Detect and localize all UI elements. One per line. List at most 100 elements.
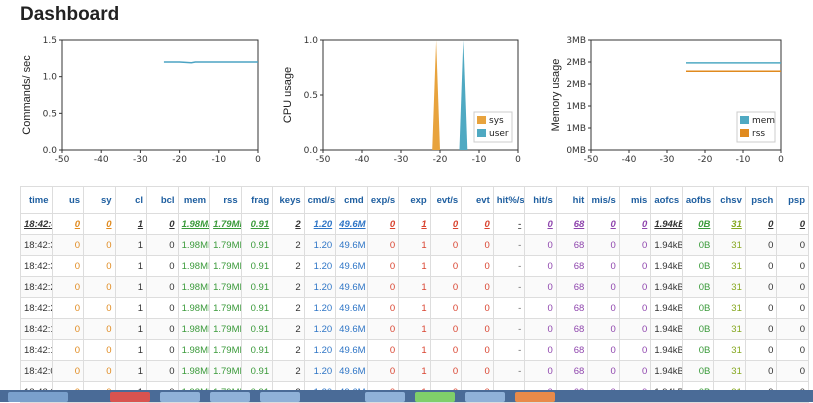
column-header: hit: [555, 186, 589, 214]
cell-rss: 1.79MB: [209, 234, 242, 256]
cell-evt: 0: [461, 339, 494, 361]
cell-hit: 68: [555, 213, 589, 235]
mem-legend-swatch: [740, 116, 749, 124]
cell-psch: 0: [744, 297, 778, 319]
cell-bcl: 0: [146, 318, 179, 340]
taskbar-app-icon[interactable]: [515, 392, 555, 402]
cell-evt: 0: [461, 297, 494, 319]
cell-rss: 1.79MB: [209, 255, 242, 277]
cell-psch: 0: [744, 234, 778, 256]
cell-miss: 0: [587, 213, 620, 235]
cell-exps: 0: [366, 234, 400, 256]
memory-xtick-label: -50: [584, 155, 599, 165]
commands-series-line: [163, 61, 258, 64]
cell-time: 18:42:05: [20, 360, 53, 382]
cell-frag: 0.91: [240, 318, 274, 340]
cpu-xtick-label: -50: [316, 155, 331, 165]
cell-cmds: 1.20: [303, 255, 337, 277]
cell-aofcs: 1.94kB: [650, 318, 683, 340]
cell-mem: 1.98MB: [177, 276, 211, 298]
cell-evts: 0: [429, 297, 463, 319]
memory-ylabel: Memory usage: [550, 59, 562, 132]
mem-legend-label: mem: [752, 116, 775, 126]
table-row: 18:42:3000101.98MB1.79MB0.9121.2049.6M01…: [20, 255, 809, 277]
cell-evt: 0: [461, 213, 494, 235]
cell-rss: 1.79MB: [209, 318, 242, 340]
cell-evts: 0: [429, 360, 463, 382]
memory-xtick-label: -10: [736, 155, 751, 165]
sys-legend-label: sys: [489, 116, 504, 126]
cell-exp: 1: [398, 255, 431, 277]
cpu-ytick-label: 1.0: [304, 36, 319, 46]
cpu-ytick-label: 0.5: [304, 91, 318, 101]
cell-hit: 68: [555, 297, 589, 319]
commands-xtick-label: -50: [55, 155, 70, 165]
cell-psp: 0: [776, 234, 809, 256]
cell-cmd: 49.6M: [335, 255, 368, 277]
memory-xtick-label: -40: [622, 155, 637, 165]
cell-aofbs: 0B: [681, 339, 715, 361]
cell-rss: 1.79MB: [209, 276, 242, 298]
cell-hits: 0: [524, 213, 557, 235]
taskbar-app-icon[interactable]: [260, 392, 300, 402]
taskbar-app-icon[interactable]: [210, 392, 250, 402]
column-header: chsv: [713, 186, 746, 214]
cell-mis: 0: [618, 234, 652, 256]
cell-chsv: 31: [713, 360, 746, 382]
cell-aofbs: 0B: [681, 255, 715, 277]
cell-hits: 0: [524, 318, 557, 340]
commands-ytick-label: 1.5: [43, 36, 57, 46]
cell-rss: 1.79MB: [209, 360, 242, 382]
cell-keys: 2: [272, 234, 305, 256]
cell-cl: 1: [114, 318, 148, 340]
memory-ytick-label: 3MB: [566, 36, 586, 46]
taskbar-app-icon[interactable]: [160, 392, 200, 402]
cell-miss: 0: [587, 297, 620, 319]
cell-miss: 0: [587, 360, 620, 382]
cell-hits: 0: [524, 297, 557, 319]
table-row: 18:42:2000101.98MB1.79MB0.9121.2049.6M01…: [20, 297, 809, 319]
cpu-xtick-label: -20: [433, 155, 448, 165]
start-button[interactable]: [8, 392, 68, 402]
cpu-xtick-label: -30: [394, 155, 409, 165]
commands-ytick-label: 0.5: [43, 109, 57, 119]
cell-cmds: 1.20: [303, 234, 337, 256]
cell-cl: 1: [114, 297, 148, 319]
cell-keys: 2: [272, 213, 305, 235]
cell-cmd: 49.6M: [335, 213, 368, 235]
memory-ytick-label: 1MB: [566, 102, 586, 112]
column-header: exp/s: [366, 186, 400, 214]
column-header: aofbs: [681, 186, 715, 214]
cell-chsv: 31: [713, 234, 746, 256]
cell-exps: 0: [366, 255, 400, 277]
cell-cmd: 49.6M: [335, 360, 368, 382]
cell-cl: 1: [114, 213, 148, 235]
cell-cmds: 1.20: [303, 297, 337, 319]
cell-bcl: 0: [146, 213, 179, 235]
cell-evts: 0: [429, 255, 463, 277]
cell-sy: 0: [83, 276, 116, 298]
cell-chsv: 31: [713, 213, 746, 235]
cell-chsv: 31: [713, 297, 746, 319]
cell-time: 18:42:25: [20, 276, 53, 298]
cell-cmd: 49.6M: [335, 297, 368, 319]
taskbar-app-icon[interactable]: [415, 392, 455, 402]
cell-exps: 0: [366, 213, 400, 235]
cell-psch: 0: [744, 360, 778, 382]
cell-evts: 0: [429, 213, 463, 235]
taskbar-app-icon[interactable]: [465, 392, 505, 402]
cell-aofcs: 1.94kB: [650, 360, 683, 382]
cell-mem: 1.98MB: [177, 339, 211, 361]
cell-cl: 1: [114, 339, 148, 361]
memory-ytick-label: 2MB: [566, 80, 586, 90]
rss-legend-swatch: [740, 129, 749, 137]
cell-time: 18:42:20: [20, 297, 53, 319]
cell-cmds: 1.20: [303, 339, 337, 361]
table-header-row: time us sy cl bcl mem rss frag keys cmd/s cmd exp/s…: [20, 186, 809, 214]
taskbar-app-icon[interactable]: [110, 392, 150, 402]
table-row[interactable]: 18:42:4000101.98MB1.79MB0.9121.2049.6M01…: [20, 213, 809, 235]
cell-aofcs: 1.94kB: [650, 339, 683, 361]
taskbar-app-icon[interactable]: [365, 392, 405, 402]
sys-cpu-spike: [432, 40, 440, 150]
cell-keys: 2: [272, 276, 305, 298]
